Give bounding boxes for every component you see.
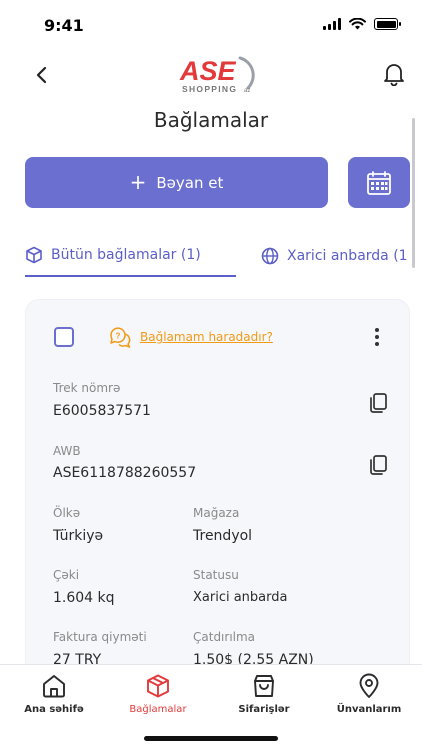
status-label: Statusu — [193, 568, 239, 582]
ase-logo: ASE SHOPPING az — [178, 52, 268, 98]
status-bar: 9:41 — [0, 0, 422, 48]
nav-orders[interactable]: Sifarişlər — [216, 673, 312, 715]
tab-all-packages[interactable]: Bütün bağlamalar (1) — [25, 236, 236, 277]
page-title: Bağlamalar — [153, 108, 269, 132]
awb-label: AWB — [53, 444, 81, 458]
status-time: 9:41 — [44, 16, 84, 35]
store-value: Trendyol — [193, 528, 253, 544]
plus-icon: + — [129, 169, 147, 194]
box-icon — [26, 246, 42, 263]
more-dot-icon — [375, 342, 379, 346]
where-is-package-link[interactable]: Bağlamam haradadır? — [140, 330, 273, 344]
declare-button[interactable]: + Bəyan et — [25, 157, 328, 208]
globe-icon — [261, 247, 279, 265]
home-icon — [43, 675, 65, 698]
wifi-icon — [349, 18, 366, 30]
nav-addresses-label: Ünvanlarım — [336, 704, 402, 715]
chevron-left-icon — [36, 66, 47, 84]
signal-icon — [323, 18, 341, 30]
status-value: Xarici anbarda — [193, 590, 288, 605]
home-indicator — [144, 736, 278, 741]
nav-home-label: Ana səhifə — [24, 704, 84, 715]
nav-packages-label: Bağlamalar — [129, 704, 187, 715]
track-value: E6005837571 — [53, 403, 151, 419]
battery-icon — [374, 18, 401, 30]
tab-foreign-warehouse[interactable]: Xarici anbarda (1 — [261, 236, 408, 276]
header: ASE SHOPPING az — [0, 48, 422, 104]
svg-text:SHOPPING: SHOPPING — [182, 84, 237, 94]
nav-packages[interactable]: Bağlamalar — [110, 673, 206, 715]
status-icons — [323, 18, 401, 30]
country-value: Türkiyə — [53, 528, 104, 544]
svg-text:?: ? — [116, 332, 121, 341]
nav-home[interactable]: Ana səhifə — [6, 673, 102, 715]
calendar-icon — [367, 170, 391, 195]
svg-text:az: az — [244, 88, 250, 94]
copy-awb-icon[interactable] — [368, 454, 388, 476]
declare-button-label: Bəyan et — [156, 173, 224, 192]
nav-addresses[interactable]: Ünvanlarım — [321, 673, 417, 715]
weight-value: 1.604 kq — [53, 590, 115, 606]
awb-value: ASE6118788260557 — [53, 465, 197, 481]
more-dot-icon — [375, 328, 379, 332]
nav-orders-label: Sifarişlər — [238, 704, 290, 715]
notifications-button[interactable] — [380, 60, 408, 88]
tab-all-packages-label: Bütün bağlamalar (1) — [51, 246, 201, 263]
package-tabs: Bütün bağlamalar (1) Xarici anbarda (1 — [25, 236, 422, 278]
tab-foreign-warehouse-label: Xarici anbarda (1 — [287, 248, 408, 264]
package-card[interactable]: ? Bağlamam haradadır? Trek nömrə E600583… — [25, 299, 410, 719]
invoice-label: Faktura qiyməti — [53, 630, 147, 644]
back-button[interactable] — [28, 62, 54, 88]
calendar-button[interactable] — [348, 157, 410, 208]
package-checkbox[interactable] — [54, 327, 74, 347]
more-options-button[interactable] — [369, 326, 385, 348]
svg-text:ASE: ASE — [179, 56, 237, 86]
copy-track-icon[interactable] — [368, 392, 388, 414]
store-label: Mağaza — [193, 506, 240, 520]
bag-icon — [254, 675, 274, 697]
location-icon — [359, 673, 379, 698]
question-chat-icon: ? — [110, 327, 131, 348]
delivery-label: Çatdırılma — [193, 630, 256, 644]
bell-icon — [384, 64, 404, 86]
box-icon — [147, 674, 169, 698]
weight-label: Çəki — [53, 568, 80, 582]
country-label: Ölkə — [53, 506, 81, 520]
more-dot-icon — [375, 335, 379, 339]
track-label: Trek nömrə — [53, 381, 121, 395]
